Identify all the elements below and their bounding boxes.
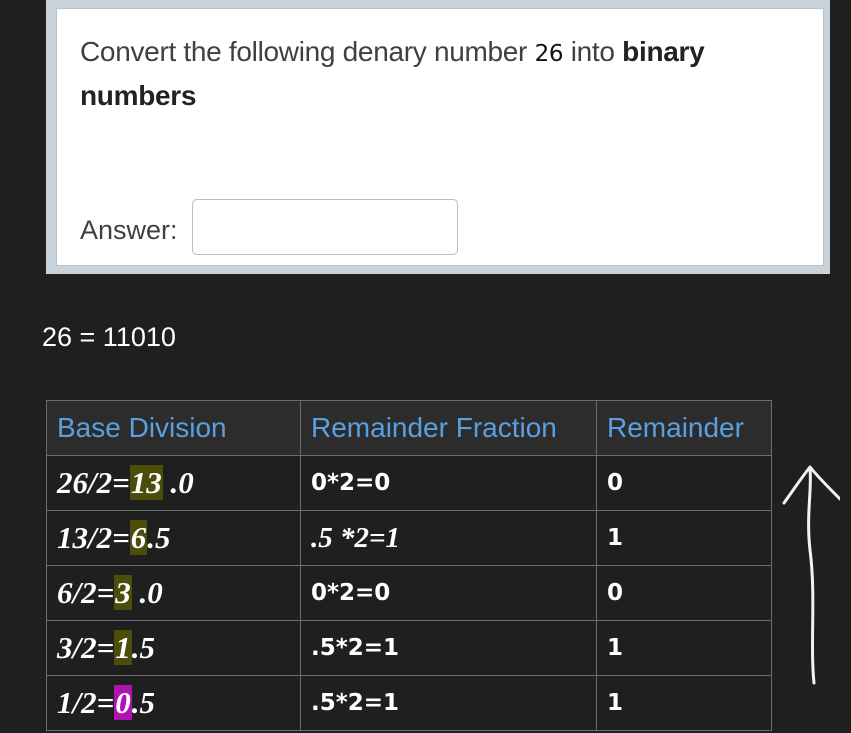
question-text: Convert the following denary number 26 i…	[80, 31, 800, 116]
remainder-fraction-cell: 0*2=0	[300, 455, 597, 511]
division-expression: 1/2=	[57, 685, 115, 720]
division-expression: 26/2=	[57, 465, 130, 500]
answer-label: Answer:	[80, 215, 178, 245]
base-division-cell: 6/2=3 .0	[46, 565, 301, 621]
quotient-highlight: 3	[114, 575, 132, 610]
quotient-highlight: 13	[129, 465, 163, 500]
division-fraction: .5	[147, 520, 171, 555]
base-division-cell: 13/2=6.5	[46, 510, 301, 566]
remainder-fraction-cell: .5*2=1	[300, 675, 597, 731]
quotient-highlight-final: 0	[114, 685, 132, 720]
remainder-cell: 1	[596, 675, 772, 731]
quotient-highlight: 1	[114, 630, 132, 665]
remainder-cell: 1	[596, 510, 772, 566]
header-remainder: Remainder	[596, 400, 772, 456]
remainder-fraction-cell: .5*2=1	[300, 620, 597, 676]
table-row: 26/2=13 .0 0*2=0 0	[46, 455, 772, 511]
division-expression: 13/2=	[57, 520, 130, 555]
question-prefix: Convert the following denary number	[80, 36, 535, 67]
answer-input[interactable]	[192, 199, 458, 255]
header-base-division: Base Division	[46, 400, 301, 456]
hand-drawn-up-arrow-icon	[782, 465, 840, 685]
table-row: 3/2=1.5 .5*2=1 1	[46, 620, 772, 676]
question-number: 26	[534, 41, 564, 67]
division-fraction: .0	[131, 575, 163, 610]
question-card: Convert the following denary number 26 i…	[46, 0, 830, 274]
table-header-row: Base Division Remainder Fraction Remaind…	[46, 400, 772, 456]
remainder-cell: 0	[596, 455, 772, 511]
conversion-table: Base Division Remainder Fraction Remaind…	[46, 400, 772, 731]
division-expression: 3/2=	[57, 630, 115, 665]
table-row: 6/2=3 .0 0*2=0 0	[46, 565, 772, 621]
table-row: 13/2=6.5 .5 *2=1 1	[46, 510, 772, 566]
table-row: 1/2=0.5 .5*2=1 1	[46, 675, 772, 731]
division-fraction: .5	[131, 685, 156, 720]
quotient-highlight: 6	[129, 520, 148, 555]
question-middle: into	[563, 36, 623, 67]
remainder-cell: 1	[596, 620, 772, 676]
result-text: 26 = 11010	[42, 322, 176, 352]
question-panel: Convert the following denary number 26 i…	[56, 8, 824, 266]
remainder-fraction-cell: .5 *2=1	[300, 510, 597, 566]
remainder-cell: 0	[596, 565, 772, 621]
division-fraction: .0	[162, 465, 194, 500]
header-remainder-fraction: Remainder Fraction	[300, 400, 597, 456]
base-division-cell: 3/2=1.5	[46, 620, 301, 676]
base-division-cell: 26/2=13 .0	[46, 455, 301, 511]
division-expression: 6/2=	[57, 575, 115, 610]
base-division-cell: 1/2=0.5	[46, 675, 301, 731]
division-fraction: .5	[131, 630, 156, 665]
remainder-fraction-cell: 0*2=0	[300, 565, 597, 621]
